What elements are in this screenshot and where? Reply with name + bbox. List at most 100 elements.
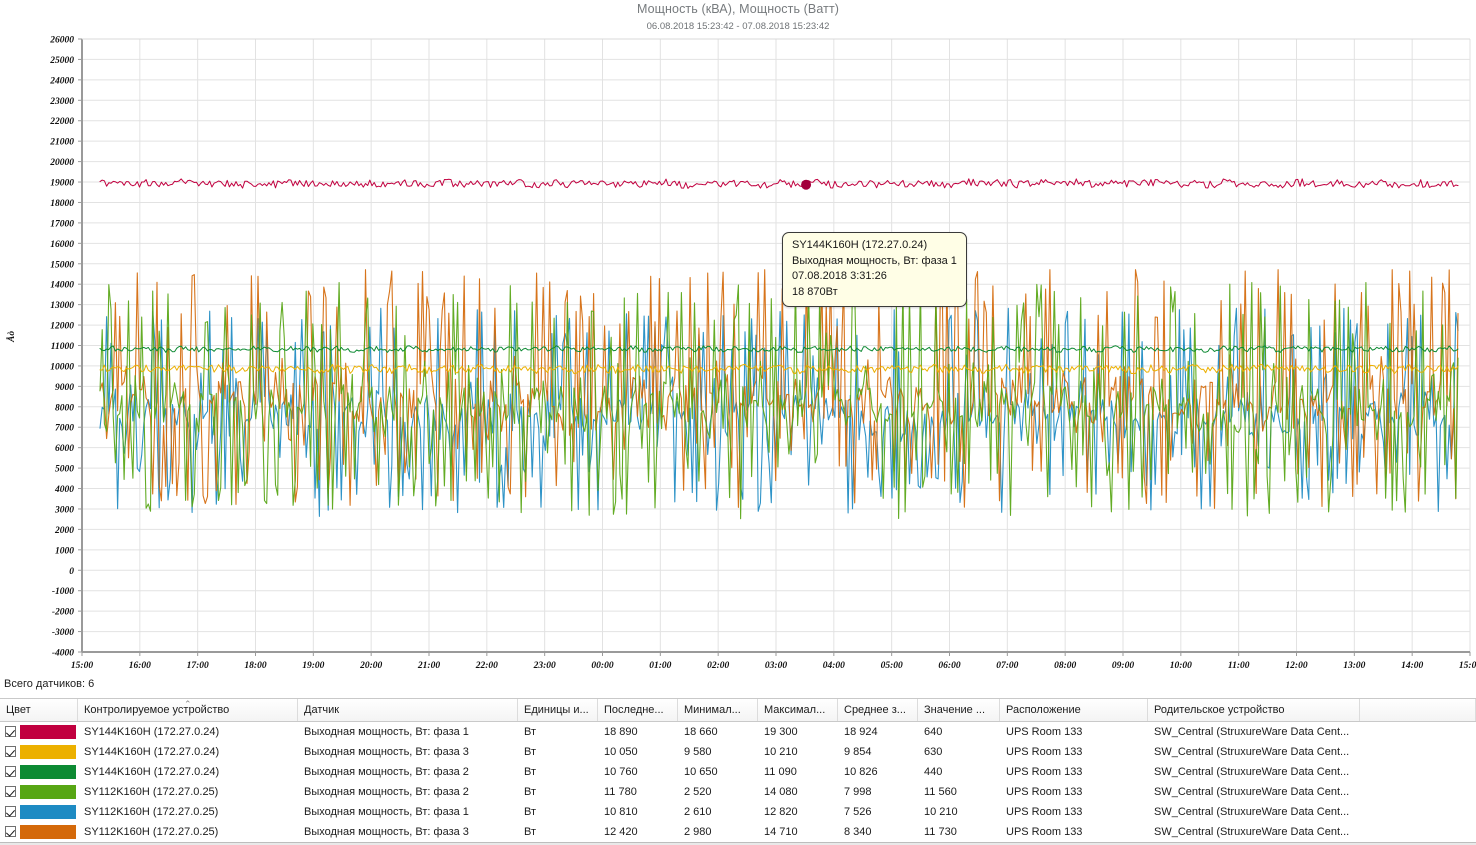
table-row[interactable]: SY144K160H (172.27.0.24) Выходная мощност… <box>0 762 1476 782</box>
table-cell-avg: 10 826 <box>844 766 878 778</box>
chart-svg[interactable]: 2600025000240002300022000210002000019000… <box>0 32 1476 677</box>
x-axis-tick-label: 20:00 <box>359 661 382 671</box>
x-axis-tick-label: 15:00 <box>71 661 93 671</box>
y-axis-tick-label: 22000 <box>49 117 74 127</box>
table-cell-avg: 18 924 <box>844 726 878 738</box>
table-cell-sensor: Выходная мощность, Вт: фаза 2 <box>304 766 469 778</box>
table-cell-min: 9 580 <box>684 746 712 758</box>
table-column-header[interactable]: Максимал... <box>758 699 838 721</box>
y-axis-tick-label: 2000 <box>54 526 74 536</box>
y-axis-tick-label: 11000 <box>51 342 74 352</box>
series-visible-checkbox[interactable] <box>5 766 16 777</box>
series-visible-checkbox[interactable] <box>5 826 16 837</box>
table-cell-max: 12 820 <box>764 806 798 818</box>
table-row[interactable]: SY144K160H (172.27.0.24) Выходная мощност… <box>0 742 1476 762</box>
x-axis-tick-label: 11:00 <box>1228 661 1250 671</box>
x-axis-tick-label: 17:00 <box>187 661 209 671</box>
y-axis-tick-label: 21000 <box>49 138 74 148</box>
x-axis-tick-label: 18:00 <box>244 661 266 671</box>
table-column-header[interactable]: Родительское устройство <box>1148 699 1360 721</box>
series-color-swatch[interactable] <box>20 765 76 779</box>
x-axis-tick-label: 06:00 <box>938 661 960 671</box>
table-cell-avg: 8 340 <box>844 826 872 838</box>
table-cell-max: 14 080 <box>764 786 798 798</box>
y-axis-tick-label: 18000 <box>50 199 74 209</box>
series-color-swatch[interactable] <box>20 725 76 739</box>
y-axis-tick-label: 12000 <box>50 322 74 332</box>
sort-ascending-icon: ⌃ <box>184 699 192 709</box>
y-axis-title: Åò <box>5 331 17 343</box>
table-cell-location: UPS Room 133 <box>1006 726 1083 738</box>
series-visible-checkbox[interactable] <box>5 786 16 797</box>
x-axis-tick-label: 23:00 <box>533 661 556 671</box>
table-cell-sensor: Выходная мощность, Вт: фаза 1 <box>304 726 469 738</box>
datapoint-tooltip: SY144K160H (172.27.0.24) Выходная мощнос… <box>782 232 967 307</box>
tooltip-device: SY144K160H (172.27.0.24) <box>792 239 928 251</box>
table-cell-sensor: Выходная мощность, Вт: фаза 3 <box>304 826 469 838</box>
table-cell-max: 10 210 <box>764 746 798 758</box>
y-axis-tick-label: 14000 <box>50 281 74 291</box>
table-cell-location: UPS Room 133 <box>1006 806 1083 818</box>
table-body: SY144K160H (172.27.0.24) Выходная мощност… <box>0 722 1476 842</box>
table-column-header[interactable]: Значение ... <box>918 699 1000 721</box>
table-cell-unit: Вт <box>524 746 537 758</box>
y-axis-tick-label: 0 <box>69 567 74 577</box>
series-color-swatch[interactable] <box>20 785 76 799</box>
table-row[interactable]: SY112K160H (172.27.0.25) Выходная мощност… <box>0 822 1476 842</box>
table-cell-delta: 10 210 <box>924 806 958 818</box>
y-axis-tick-label: 26000 <box>49 36 74 46</box>
table-cell-last: 12 420 <box>604 826 638 838</box>
y-axis-tick-label: -3000 <box>52 628 74 638</box>
x-axis-tick-label: 01:00 <box>649 661 671 671</box>
table-cell-sensor: Выходная мощность, Вт: фаза 3 <box>304 746 469 758</box>
table-header-row[interactable]: Цвет Контролируемое устройство ⌃ Датчик Един… <box>0 698 1476 722</box>
x-axis-tick-label: 03:00 <box>765 661 787 671</box>
tooltip-value: 18 870Вт <box>792 285 838 298</box>
y-axis-tick-label: 17000 <box>50 219 74 229</box>
series-visible-checkbox[interactable] <box>5 806 16 817</box>
series-visible-checkbox[interactable] <box>5 746 16 757</box>
series-visible-checkbox[interactable] <box>5 726 16 737</box>
table-cell-unit: Вт <box>524 826 537 838</box>
table-cell-device: SY144K160H (172.27.0.24) <box>84 766 220 778</box>
table-column-header[interactable]: Единицы и... <box>518 699 598 721</box>
table-row[interactable]: SY112K160H (172.27.0.25) Выходная мощност… <box>0 782 1476 802</box>
table-cell-max: 14 710 <box>764 826 798 838</box>
table-column-header[interactable]: Датчик <box>298 699 518 721</box>
series-color-swatch[interactable] <box>20 745 76 759</box>
series-color-swatch[interactable] <box>20 825 76 839</box>
table-column-header[interactable]: Среднее з... <box>838 699 918 721</box>
y-axis-tick-label: 9000 <box>55 383 74 393</box>
table-cell-parent: SW_Central (StruxureWare Data Cent... <box>1154 786 1350 798</box>
x-axis-tick-label: 04:00 <box>823 661 845 671</box>
table-column-header[interactable]: Последне... <box>598 699 678 721</box>
table-cell-parent: SW_Central (StruxureWare Data Cent... <box>1154 806 1350 818</box>
table-row[interactable]: SY144K160H (172.27.0.24) Выходная мощност… <box>0 722 1476 742</box>
selected-datapoint-marker[interactable] <box>801 179 812 190</box>
table-cell-device: SY112K160H (172.27.0.25) <box>84 806 219 818</box>
table-cell-device: SY144K160H (172.27.0.24) <box>84 746 220 758</box>
y-axis-tick-label: 4000 <box>54 485 74 495</box>
x-axis-tick-label: 00:00 <box>591 661 613 671</box>
x-axis-tick-label: 19:00 <box>302 661 324 671</box>
table-column-header[interactable]: Цвет <box>0 699 78 721</box>
y-axis-tick-label: 23000 <box>49 97 74 107</box>
table-cell-delta: 630 <box>924 746 943 758</box>
x-axis-tick-label: 07:00 <box>996 661 1018 671</box>
table-cell-avg: 7 526 <box>844 806 872 818</box>
table-cell-unit: Вт <box>524 786 537 798</box>
table-cell-location: UPS Room 133 <box>1006 826 1083 838</box>
table-column-header[interactable]: Расположение <box>1000 699 1148 721</box>
table-column-header[interactable]: Минимал... <box>678 699 758 721</box>
sensor-table: Цвет Контролируемое устройство ⌃ Датчик Един… <box>0 698 1476 845</box>
table-cell-location: UPS Room 133 <box>1006 746 1083 758</box>
table-cell-last: 18 890 <box>604 726 638 738</box>
y-axis-tick-label: 6000 <box>55 444 74 454</box>
table-cell-parent: SW_Central (StruxureWare Data Cent... <box>1154 726 1350 738</box>
table-cell-min: 2 520 <box>684 786 712 798</box>
chart-plot-area[interactable]: 26000 25000 24000 23000 22000 21000 20000 19000… <box>0 32 1476 677</box>
table-cell-min: 18 660 <box>684 726 718 738</box>
table-row[interactable]: SY112K160H (172.27.0.25) Выходная мощност… <box>0 802 1476 822</box>
series-color-swatch[interactable] <box>20 805 76 819</box>
sensor-count-label: Всего датчиков: 6 <box>4 678 95 690</box>
